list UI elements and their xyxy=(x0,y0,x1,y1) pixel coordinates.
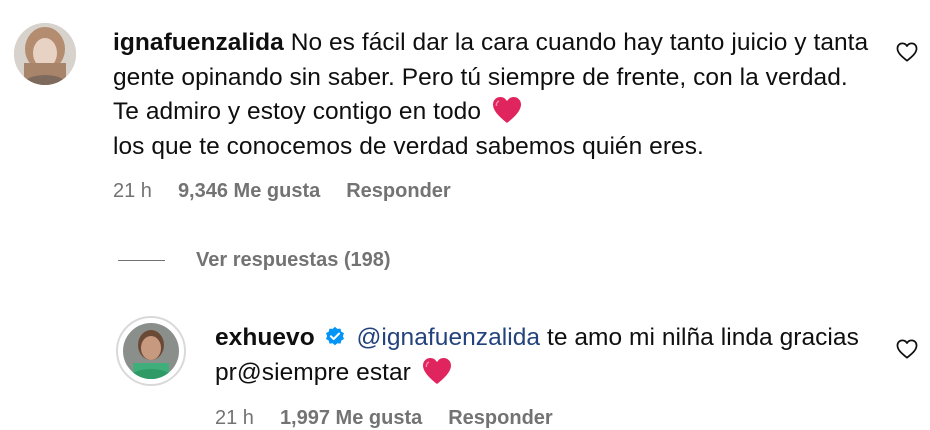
red-heart-emoji-icon xyxy=(422,357,451,384)
red-heart-emoji-icon xyxy=(492,97,521,123)
avatar[interactable] xyxy=(116,316,186,386)
reply-body: exhuevo @ignafuenzalida te amo mi nilña … xyxy=(215,321,895,390)
reply-time[interactable]: 21 h xyxy=(215,407,254,430)
reply-likes[interactable]: 1,997 Me gusta xyxy=(280,407,422,430)
view-replies-button[interactable]: Ver respuestas (198) xyxy=(118,249,391,272)
reply-meta: 21 h 1,997 Me gusta Responder xyxy=(215,407,579,430)
reply-username[interactable]: exhuevo xyxy=(215,324,315,351)
comment-text-continued: los que te conocemos de verdad sabemos q… xyxy=(113,132,704,160)
profile-photo-exhuevo xyxy=(123,323,179,379)
replies-divider-line xyxy=(118,260,165,261)
heart-outline-icon[interactable] xyxy=(896,42,918,62)
comment-likes[interactable]: 9,346 Me gusta xyxy=(178,180,320,203)
comment-meta: 21 h 9,346 Me gusta Responder xyxy=(113,180,477,203)
verified-badge-icon xyxy=(325,326,344,346)
mention-link[interactable]: @ignafuenzalida xyxy=(356,324,540,351)
reply-button[interactable]: Responder xyxy=(346,180,450,203)
comment-username[interactable]: ignafuenzalida xyxy=(113,29,284,56)
heart-outline-icon[interactable] xyxy=(896,339,918,359)
comment-body: ignafuenzalida No es fácil dar la cara c… xyxy=(113,26,873,164)
profile-photo-ignafuenzalida xyxy=(14,23,76,85)
comment-time[interactable]: 21 h xyxy=(113,180,152,203)
avatar[interactable] xyxy=(14,23,76,85)
view-replies-label: Ver respuestas (198) xyxy=(196,249,391,271)
reply-button[interactable]: Responder xyxy=(448,407,552,430)
